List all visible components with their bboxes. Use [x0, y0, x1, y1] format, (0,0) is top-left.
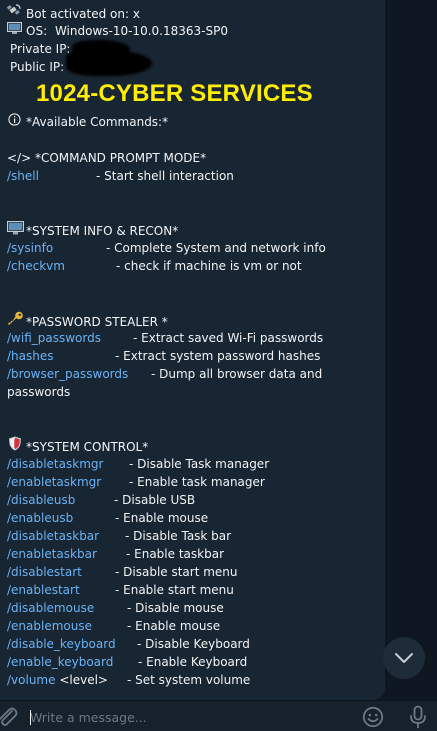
os-label: OS:	[26, 24, 48, 38]
emoji-icon[interactable]	[362, 706, 384, 728]
public-ip-label: Public IP:	[10, 60, 65, 74]
command-enablemouse[interactable]: /enablemouse	[7, 617, 92, 635]
command-volume-arg: <level>	[55, 673, 108, 687]
command-disabletaskbar[interactable]: /disabletaskbar	[7, 527, 99, 545]
command-sysinfo-desc: - Complete System and network info	[106, 241, 326, 255]
message-input[interactable]	[30, 705, 350, 729]
paperclip-icon[interactable]	[0, 705, 18, 729]
section-title-command-prompt: </> *COMMAND PROMPT MODE*	[7, 151, 207, 165]
command-hashes-desc: - Extract system password hashes	[115, 349, 321, 363]
message-composer	[0, 700, 437, 731]
section-title-system-info: *SYSTEM INFO & RECON*	[7, 221, 178, 240]
section-title-password-stealer-text: *PASSWORD STEALER *	[26, 315, 168, 329]
command-browser-passwords-desc-cont: passwords	[7, 385, 71, 399]
os-value: Windows-10-10.0.18363-SP0	[54, 24, 228, 38]
command-disablemouse-desc: - Disable mouse	[127, 601, 224, 615]
command-enabletaskbar-desc: - Enable taskbar	[126, 547, 224, 561]
available-commands-line: *Available Commands:*	[7, 113, 168, 131]
chat-window: Bot activated on: x OS: Windows-10-10.0.…	[0, 0, 437, 731]
command-shell[interactable]: /shell	[7, 167, 39, 185]
info-icon	[7, 113, 22, 131]
command-enable-keyboard[interactable]: /enable_keyboard	[7, 653, 113, 671]
computer-icon	[7, 22, 22, 40]
command-sysinfo[interactable]: /sysinfo	[7, 239, 53, 257]
bot-status-line: Bot activated on: x	[6, 4, 140, 23]
banner-title: 1024-CYBER SERVICES	[36, 80, 313, 107]
available-commands-text: *Available Commands:*	[26, 115, 169, 129]
command-disablemouse[interactable]: /disablemouse	[7, 599, 94, 617]
command-browser-passwords[interactable]: /browser_passwords	[7, 365, 128, 383]
satellite-icon	[6, 4, 22, 23]
command-wifi-passwords-desc: - Extract saved Wi-Fi passwords	[133, 331, 324, 345]
shield-icon	[7, 436, 22, 456]
section-title-system-info-text: *SYSTEM INFO & RECON*	[26, 224, 179, 238]
command-disableusb[interactable]: /disableusb	[7, 491, 75, 509]
command-enableusb[interactable]: /enableusb	[7, 509, 73, 527]
command-enableusb-desc: - Enable mouse	[115, 511, 209, 525]
command-volume-desc: - Set system volume	[127, 673, 251, 687]
command-browser-passwords-desc: - Dump all browser data and	[151, 367, 323, 381]
command-enabletaskmgr-desc: - Enable task manager	[129, 475, 265, 489]
bot-status-text: Bot activated on: x	[26, 7, 140, 21]
command-disable-keyboard[interactable]: /disable_keyboard	[7, 635, 116, 653]
command-volume-name: /volume	[7, 673, 56, 687]
scroll-down-button[interactable]	[383, 637, 425, 679]
os-line: OS: Windows-10-10.0.18363-SP0	[7, 22, 228, 40]
redaction-public-ip	[66, 50, 152, 76]
command-disabletaskmgr-desc: - Disable Task manager	[129, 457, 270, 471]
command-checkvm-desc: - check if machine is vm or not	[116, 259, 302, 273]
command-enablemouse-desc: - Enable mouse	[127, 619, 221, 633]
command-disabletaskmgr[interactable]: /disabletaskmgr	[7, 455, 103, 473]
computer-icon	[7, 221, 24, 240]
command-disableusb-desc: - Disable USB	[114, 493, 196, 507]
command-disabletaskbar-desc: - Disable Task bar	[125, 529, 232, 543]
section-title-system-control: *SYSTEM CONTROL*	[7, 436, 148, 456]
section-title-password-stealer: *PASSWORD STEALER *	[7, 311, 168, 331]
command-enabletaskbar[interactable]: /enabletaskbar	[7, 545, 97, 563]
key-icon	[7, 311, 23, 331]
command-disablestart-desc: - Disable start menu	[115, 565, 238, 579]
command-enablestart-desc: - Enable start menu	[115, 583, 234, 597]
command-enablestart[interactable]: /enablestart	[7, 581, 80, 599]
command-enabletaskmgr[interactable]: /enabletaskmgr	[7, 473, 101, 491]
command-enable-keyboard-desc: - Enable Keyboard	[138, 655, 248, 669]
private-ip-label: Private IP:	[10, 42, 71, 56]
command-shell-desc: - Start shell interaction	[96, 169, 234, 183]
command-wifi-passwords[interactable]: /wifi_passwords	[7, 329, 101, 347]
command-disablestart[interactable]: /disablestart	[7, 563, 82, 581]
command-volume[interactable]: /volume <level>	[7, 671, 108, 689]
text-caret	[30, 710, 31, 725]
microphone-icon[interactable]	[408, 705, 428, 729]
command-checkvm[interactable]: /checkvm	[7, 257, 65, 275]
section-title-system-control-text: *SYSTEM CONTROL*	[26, 440, 149, 454]
chevron-down-icon	[394, 652, 414, 664]
command-hashes[interactable]: /hashes	[7, 347, 54, 365]
message-bubble: Bot activated on: x OS: Windows-10-10.0.…	[0, 0, 385, 700]
command-disable-keyboard-desc: - Disable Keyboard	[137, 637, 250, 651]
